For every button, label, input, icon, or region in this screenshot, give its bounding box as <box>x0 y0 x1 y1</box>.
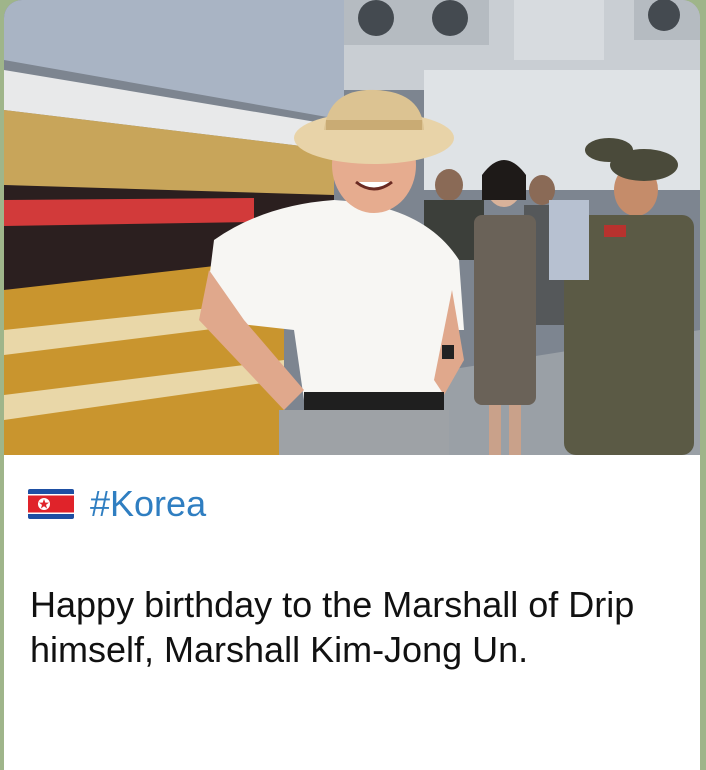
message-text: Happy birthday to the Marshall of Drip h… <box>30 584 635 670</box>
photo-image <box>4 0 700 455</box>
north-korea-flag-icon <box>28 489 74 519</box>
message-bubble: #Korea Happy birthday to the Marshall of… <box>4 0 700 770</box>
hashtag-row: #Korea <box>28 482 206 526</box>
post-photo[interactable] <box>4 0 700 455</box>
hashtag-link[interactable]: #Korea <box>90 482 206 526</box>
